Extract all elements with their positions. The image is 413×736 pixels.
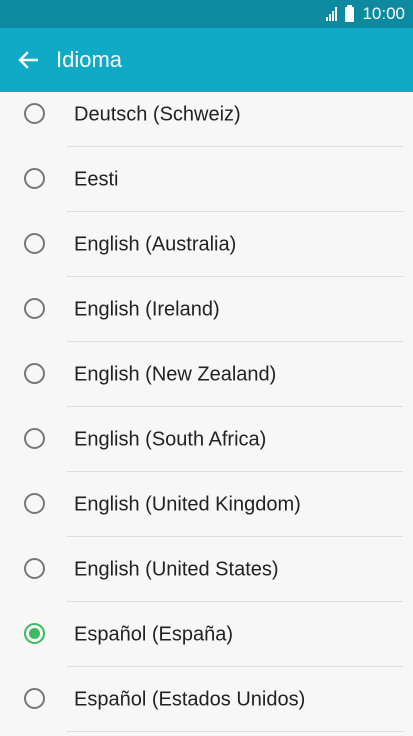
language-item[interactable]: English (United States)	[0, 537, 413, 602]
radio-button[interactable]	[24, 362, 45, 384]
language-list[interactable]: Deutsch (Schweiz) Eesti English (Austral…	[0, 92, 413, 736]
radio-button[interactable]	[24, 102, 45, 124]
language-label: Deutsch (Schweiz)	[74, 103, 241, 125]
language-item[interactable]: Español (Estados Unidos)	[0, 667, 413, 732]
language-label: Eesti	[74, 168, 119, 190]
radio-button-selected[interactable]	[24, 622, 45, 644]
language-item[interactable]: English (United Kingdom)	[0, 472, 413, 537]
language-label: English (United States)	[74, 558, 279, 580]
language-item[interactable]: Español (España)	[0, 602, 413, 667]
radio-button[interactable]	[24, 492, 45, 514]
language-label: English (New Zealand)	[74, 363, 277, 385]
language-label: Español (Estados Unidos)	[74, 688, 306, 710]
language-label: English (South Africa)	[74, 428, 267, 450]
radio-button[interactable]	[24, 687, 45, 709]
language-item[interactable]: English (Australia)	[0, 212, 413, 277]
status-bar: 10:00	[0, 0, 413, 28]
radio-button[interactable]	[24, 167, 45, 189]
battery-icon	[345, 4, 355, 22]
divider	[67, 731, 403, 732]
language-label: English (Australia)	[74, 233, 237, 255]
radio-button[interactable]	[24, 297, 45, 319]
language-item[interactable]: Eesti	[0, 147, 413, 212]
signal-icon	[325, 7, 338, 21]
status-time: 10:00	[362, 4, 405, 23]
language-label: English (United Kingdom)	[74, 493, 301, 515]
back-button[interactable]	[0, 28, 56, 92]
radio-button[interactable]	[24, 232, 45, 254]
back-arrow-icon	[18, 51, 38, 69]
radio-button[interactable]	[24, 427, 45, 449]
app-bar: Idioma	[0, 28, 413, 92]
language-item[interactable]: English (South Africa)	[0, 407, 413, 472]
radio-button[interactable]	[24, 557, 45, 579]
language-label: English (Ireland)	[74, 298, 220, 320]
language-item[interactable]: Deutsch (Schweiz)	[0, 92, 413, 147]
language-item[interactable]: English (Ireland)	[0, 277, 413, 342]
language-item[interactable]: English (New Zealand)	[0, 342, 413, 407]
language-label: Español (España)	[74, 623, 233, 645]
page-title: Idioma	[56, 47, 123, 72]
